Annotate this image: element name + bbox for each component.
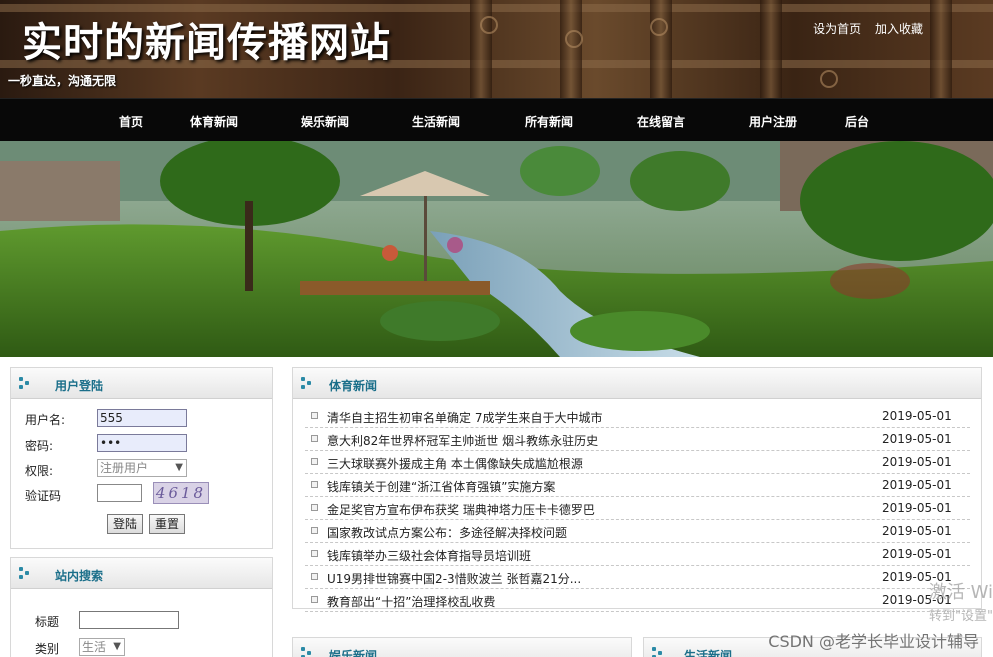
set-homepage-link[interactable]: 设为首页 xyxy=(813,22,861,36)
nav-item-message[interactable]: 在线留言 xyxy=(637,113,685,130)
news-title-link[interactable]: 清华自主招生初审名单确定 7成学生来自于大中城市 xyxy=(327,409,602,426)
news-row[interactable]: 教育部出“十招”治理择校乱收费 2019-05-01 xyxy=(305,589,970,612)
news-row[interactable]: 意大利82年世界杯冠军主帅逝世 烟斗教练永驻历史 2019-05-01 xyxy=(305,428,970,451)
news-title-link[interactable]: 钱库镇举办三级社会体育指导员培训班 xyxy=(327,547,531,564)
news-row[interactable]: 钱库镇举办三级社会体育指导员培训班 2019-05-01 xyxy=(305,543,970,566)
username-label: 用户名: xyxy=(25,413,66,427)
login-button[interactable]: 登陆 xyxy=(107,514,143,534)
nav-item-life[interactable]: 生活新闻 xyxy=(412,113,460,130)
news-title-link[interactable]: 金足奖官方宣布伊布获奖 瑞典神塔力压卡卡德罗巴 xyxy=(327,501,595,518)
add-favorite-link[interactable]: 加入收藏 xyxy=(875,22,923,36)
news-title-link[interactable]: 教育部出“十招”治理择校乱收费 xyxy=(327,593,495,610)
bullet-icon xyxy=(311,527,318,534)
main-nav: 首页 体育新闻 娱乐新闻 生活新闻 所有新闻 在线留言 用户注册 后台 xyxy=(0,98,993,141)
search-title-input[interactable] xyxy=(79,611,179,629)
site-slogan: 一秒直达，沟通无限 xyxy=(8,74,117,88)
bullet-icon xyxy=(311,550,318,557)
panel-dots-icon xyxy=(652,647,666,657)
panel-dots-icon xyxy=(301,377,315,389)
sports-news-header: 体育新闻 xyxy=(293,368,981,399)
csdn-watermark: CSDN @老学长毕业设计辅导 xyxy=(768,632,979,651)
news-date: 2019-05-01 xyxy=(882,524,952,538)
role-label: 权限: xyxy=(25,464,54,478)
news-date: 2019-05-01 xyxy=(882,432,952,446)
panel-dots-icon xyxy=(19,567,33,579)
news-row[interactable]: 钱库镇关于创建“浙江省体育强镇”实施方案 2019-05-01 xyxy=(305,474,970,497)
bullet-icon xyxy=(311,504,318,511)
news-title-link[interactable]: 三大球联赛外援成主角 本土偶像缺失成尴尬根源 xyxy=(327,455,583,472)
sports-news-list: 清华自主招生初审名单确定 7成学生来自于大中城市 2019-05-01 意大利82年… xyxy=(305,405,970,612)
sports-news-title: 体育新闻 xyxy=(329,379,378,393)
news-title-link[interactable]: U19男排世锦赛中国2-3惜败波兰 张哲嘉21分... xyxy=(327,570,581,587)
nav-item-admin[interactable]: 后台 xyxy=(845,113,869,130)
news-date: 2019-05-01 xyxy=(882,547,952,561)
password-input[interactable]: ••• xyxy=(97,434,187,452)
news-title-link[interactable]: 钱库镇关于创建“浙江省体育强镇”实施方案 xyxy=(327,478,555,495)
bullet-icon xyxy=(311,458,318,465)
news-date: 2019-05-01 xyxy=(882,501,952,515)
role-select[interactable]: 注册用户 ▼ xyxy=(97,459,187,477)
entertainment-news-panel: 娱乐新闻 xyxy=(292,637,632,657)
login-panel-header: 用户登陆 xyxy=(11,368,272,399)
news-row[interactable]: 金足奖官方宣布伊布获奖 瑞典神塔力压卡卡德罗巴 2019-05-01 xyxy=(305,497,970,520)
nav-item-all-news[interactable]: 所有新闻 xyxy=(525,113,573,130)
login-panel: 用户登陆 用户名: 555 密码: ••• 权限: 注册用户 ▼ 验证码 461… xyxy=(10,367,273,549)
sports-news-panel: 体育新闻 清华自主招生初审名单确定 7成学生来自于大中城市 2019-05-01 意… xyxy=(292,367,982,612)
search-category-label: 类别 xyxy=(35,642,60,656)
captcha-input[interactable] xyxy=(97,484,142,502)
news-row[interactable]: U19男排世锦赛中国2-3惜败波兰 张哲嘉21分... 2019-05-01 xyxy=(305,566,970,589)
captcha-label: 验证码 xyxy=(25,489,62,503)
news-row[interactable]: 清华自主招生初审名单确定 7成学生来自于大中城市 2019-05-01 xyxy=(305,405,970,428)
bullet-icon xyxy=(311,596,318,603)
bullet-icon xyxy=(311,412,318,419)
banner-image xyxy=(0,141,993,357)
news-title-link[interactable]: 国家教改试点方案公布：多途径解决择校问题 xyxy=(327,524,567,541)
captcha-image[interactable]: 4618 xyxy=(153,482,209,504)
news-date: 2019-05-01 xyxy=(882,478,952,492)
news-row[interactable]: 国家教改试点方案公布：多途径解决择校问题 2019-05-01 xyxy=(305,520,970,543)
news-row[interactable]: 三大球联赛外援成主角 本土偶像缺失成尴尬根源 2019-05-01 xyxy=(305,451,970,474)
life-news-title: 生活新闻 xyxy=(684,649,733,657)
search-panel-header: 站内搜索 xyxy=(11,558,272,589)
news-title-link[interactable]: 意大利82年世界杯冠军主帅逝世 烟斗教练永驻历史 xyxy=(327,432,598,449)
entertainment-news-title: 娱乐新闻 xyxy=(329,649,378,657)
site-title: 实时的新闻传播网站 xyxy=(22,20,391,66)
chevron-down-icon: ▼ xyxy=(175,462,183,473)
bullet-icon xyxy=(311,435,318,442)
entertainment-news-header: 娱乐新闻 xyxy=(293,638,631,657)
role-select-value: 注册用户 xyxy=(100,461,149,475)
site-header: 实时的新闻传播网站 一秒直达，沟通无限 设为首页 加入收藏 xyxy=(0,0,993,98)
search-panel: 站内搜索 标题 类别 生活 ▼ xyxy=(10,557,273,657)
bullet-icon xyxy=(311,481,318,488)
panel-dots-icon xyxy=(19,377,33,389)
garden-scene-illustration xyxy=(0,141,993,357)
reset-button[interactable]: 重置 xyxy=(149,514,185,534)
panel-dots-icon xyxy=(301,647,315,657)
category-select-value: 生活 xyxy=(82,640,107,654)
nav-item-home[interactable]: 首页 xyxy=(119,113,143,130)
search-title-label: 标题 xyxy=(35,615,60,629)
chevron-down-icon: ▼ xyxy=(113,641,121,652)
bullet-icon xyxy=(311,573,318,580)
news-date: 2019-05-01 xyxy=(882,409,952,423)
nav-item-entertainment[interactable]: 娱乐新闻 xyxy=(301,113,349,130)
search-category-select[interactable]: 生活 ▼ xyxy=(79,638,125,656)
news-date: 2019-05-01 xyxy=(882,455,952,469)
search-panel-title: 站内搜索 xyxy=(55,569,104,583)
nav-item-register[interactable]: 用户注册 xyxy=(749,113,797,130)
password-label: 密码: xyxy=(25,439,54,453)
top-links: 设为首页 加入收藏 xyxy=(803,20,923,37)
login-panel-title: 用户登陆 xyxy=(55,379,104,393)
activate-windows-line2: 转到"设置" xyxy=(929,609,993,624)
nav-item-sports[interactable]: 体育新闻 xyxy=(190,113,238,130)
activate-windows-line1: 激活 Wi xyxy=(928,582,993,603)
username-input[interactable]: 555 xyxy=(97,409,187,427)
